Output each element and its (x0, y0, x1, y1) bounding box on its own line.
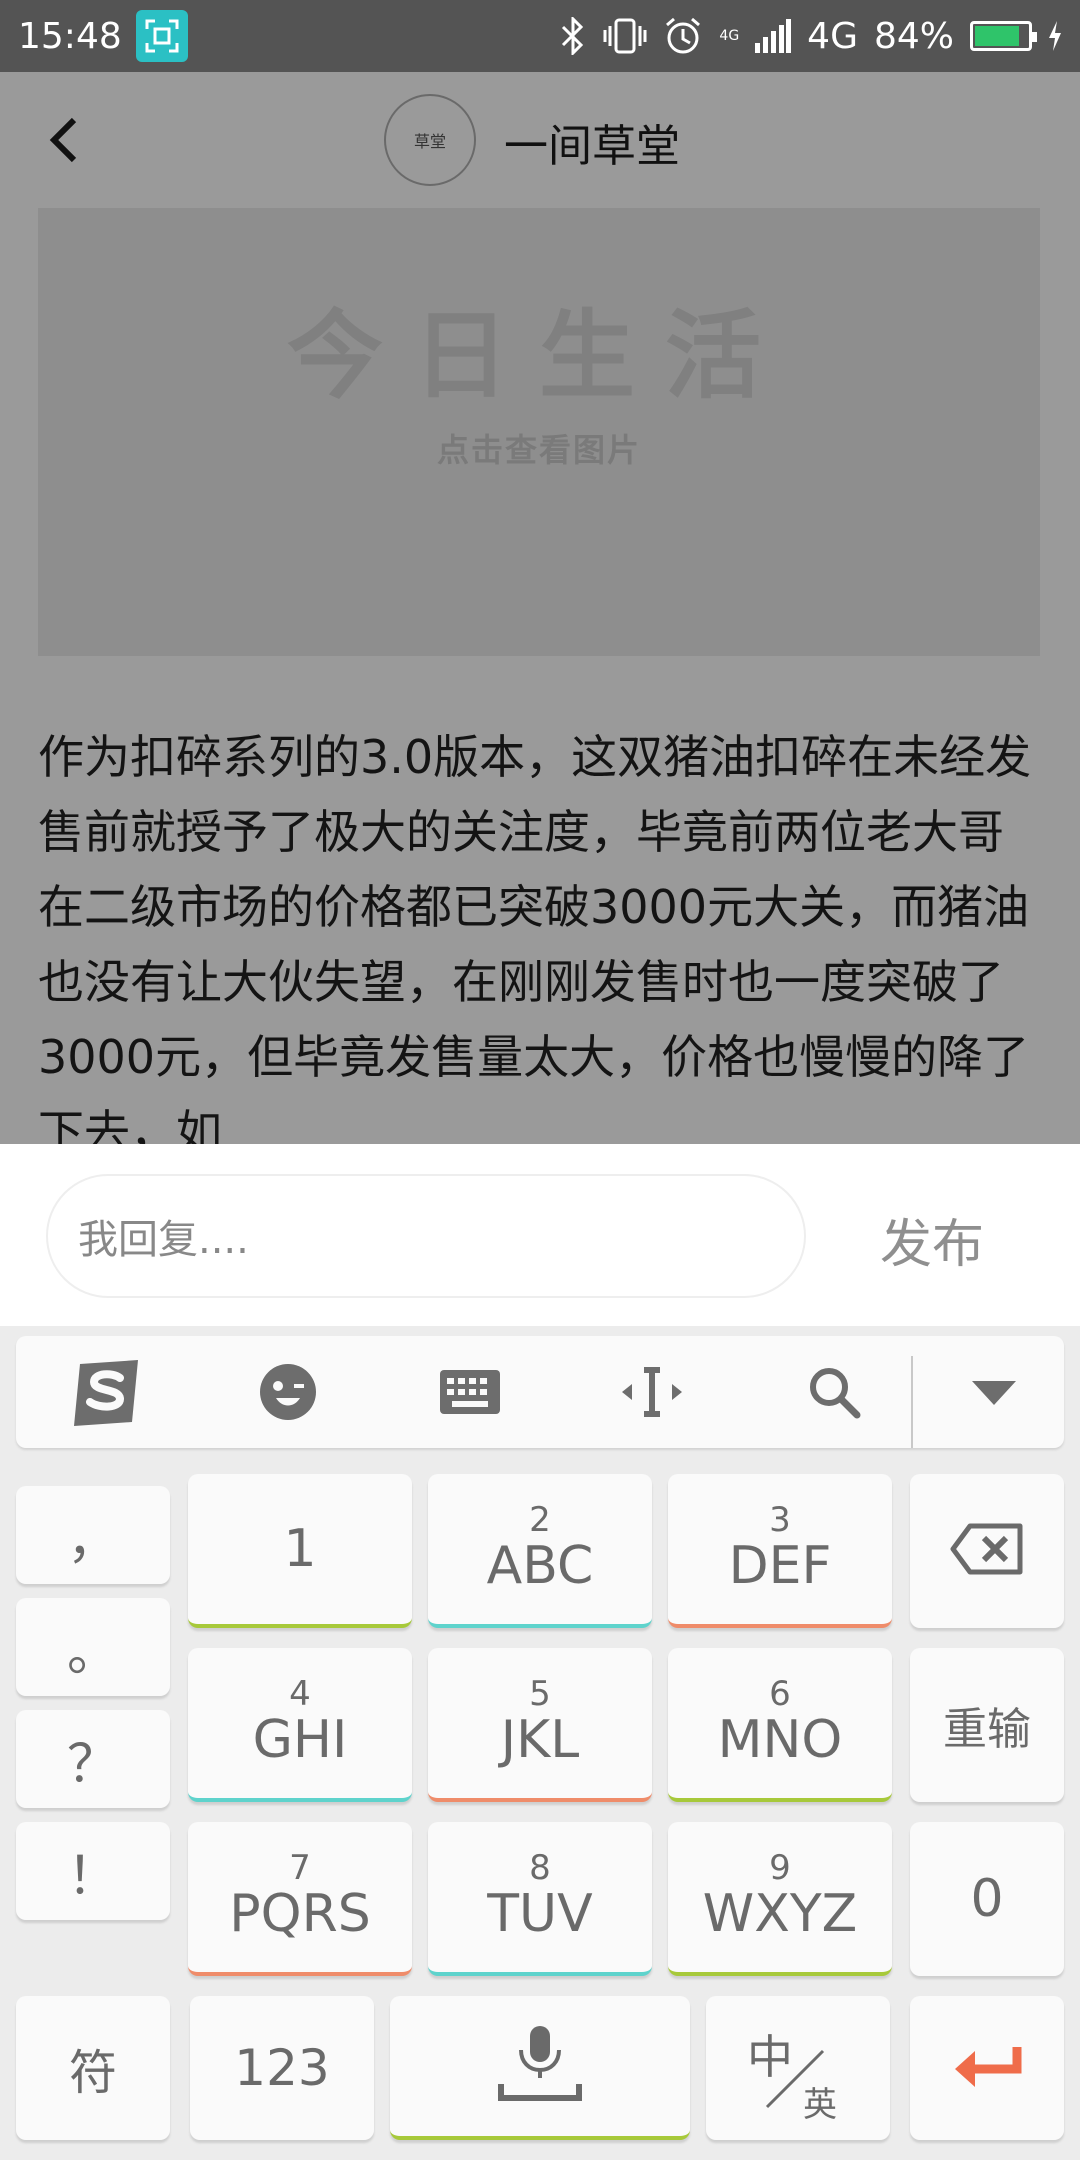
charging-icon (1048, 21, 1062, 51)
reenter-label: 重输 (943, 1704, 1031, 1755)
top-bar: 草堂 一间草堂 (0, 72, 1080, 208)
sogou-logo-icon[interactable] (36, 1336, 176, 1448)
zero-label: 0 (970, 1869, 1004, 1929)
symbol-label: 符 (68, 2045, 117, 2101)
signal-bars-icon (755, 19, 792, 53)
reply-placeholder: 我回复.... (78, 1217, 249, 1263)
key-number: 6 (769, 1674, 791, 1714)
key-5[interactable]: 5 JKL (428, 1648, 652, 1802)
key-letters: JKL (500, 1710, 580, 1770)
key-0[interactable]: 0 (910, 1822, 1064, 1976)
enter-icon (951, 2043, 1023, 2093)
language-switch-key[interactable]: 中 英 (706, 1996, 890, 2140)
key-4[interactable]: 4 GHI (188, 1648, 412, 1802)
avatar-text: 草堂 (413, 132, 446, 151)
alarm-icon (663, 16, 703, 56)
bluetooth-icon (559, 17, 587, 55)
vibrate-icon (603, 17, 647, 55)
status-bar: 15:48 4G 4G 84% (0, 0, 1080, 72)
key-number: 7 (289, 1848, 311, 1888)
keyboard-toolbar (16, 1336, 1064, 1448)
article-text: 作为扣碎系列的3.0版本，这双猪油扣碎在未经发售前就授予了极大的关注度，毕竟前两… (38, 730, 1032, 1144)
battery-percent: 84% (873, 15, 954, 57)
punct-key-exclaim[interactable]: ！ (16, 1822, 170, 1920)
screenshot-icon (135, 10, 188, 62)
reply-input[interactable]: 我回复.... (46, 1174, 806, 1298)
numbers-label: 123 (234, 2039, 330, 2097)
banner-main-text: 今日生活 (287, 299, 791, 412)
backspace-key[interactable] (910, 1474, 1064, 1628)
key-9[interactable]: 9 WXYZ (668, 1822, 892, 1976)
punct-label: ， (66, 1510, 119, 1571)
key-letters: DEF (728, 1536, 832, 1596)
signal-icon: 4G (719, 28, 739, 44)
language-switch-glyph: 中 英 (733, 2013, 863, 2125)
lang-sub-label: 英 (803, 2085, 837, 2125)
network-type: 4G (807, 15, 858, 57)
key-1[interactable]: 1 (188, 1474, 412, 1628)
symbol-key[interactable]: 符 (16, 1996, 170, 2140)
space-voice-key[interactable] (390, 1996, 690, 2140)
key-number: 4 (289, 1674, 311, 1714)
back-button[interactable] (40, 108, 100, 172)
microphone-icon (497, 2024, 583, 2108)
emoji-icon[interactable] (218, 1336, 358, 1448)
status-time: 15:48 (18, 15, 122, 57)
punct-label: ？ (66, 1734, 119, 1795)
banner-sub-text: 点击查看图片 (436, 431, 641, 469)
publish-button[interactable]: 发布 (880, 1202, 984, 1277)
key-letters: ABC (486, 1536, 594, 1596)
article-body: 作为扣碎系列的3.0版本，这双猪油扣碎在未经发售前就授予了极大的关注度，毕竟前两… (38, 720, 1048, 1144)
cursor-move-icon[interactable] (582, 1336, 722, 1448)
battery-icon (970, 21, 1037, 51)
key-letters: TUV (487, 1884, 593, 1944)
punct-key-comma[interactable]: ， (16, 1486, 170, 1584)
key-number: 2 (529, 1500, 551, 1540)
punct-label: ！ (66, 1846, 119, 1907)
key-7[interactable]: 7 PQRS (188, 1822, 412, 1976)
backspace-icon (950, 1523, 1024, 1579)
key-number: 3 (769, 1500, 791, 1540)
key-8[interactable]: 8 TUV (428, 1822, 652, 1976)
reply-bar: 我回复.... 发布 (0, 1144, 1080, 1326)
key-letters: WXYZ (702, 1884, 858, 1944)
avatar[interactable]: 草堂 (384, 94, 476, 186)
numbers-key[interactable]: 123 (190, 1996, 374, 2140)
punct-key-question[interactable]: ？ (16, 1710, 170, 1808)
toolbar-divider (911, 1356, 913, 1448)
enter-key[interactable] (910, 1996, 1064, 2140)
key-6[interactable]: 6 MNO (668, 1648, 892, 1802)
page-title: 一间草堂 (504, 121, 680, 172)
reenter-key[interactable]: 重输 (910, 1648, 1064, 1802)
key-letters: GHI (252, 1710, 348, 1770)
banner-image[interactable]: 今日生活 点击查看图片 (38, 208, 1040, 656)
key-number: 9 (769, 1848, 791, 1888)
key-number: 8 (529, 1848, 551, 1888)
key-letters: 1 (283, 1519, 317, 1579)
keyboard-icon[interactable] (400, 1336, 540, 1448)
collapse-keyboard-icon[interactable] (924, 1336, 1064, 1448)
search-icon[interactable] (764, 1336, 904, 1448)
punct-label: 。 (66, 1622, 119, 1683)
key-letters: PQRS (229, 1884, 371, 1944)
network-small-label: 4G (719, 28, 740, 44)
key-3[interactable]: 3 DEF (668, 1474, 892, 1628)
punct-key-period[interactable]: 。 (16, 1598, 170, 1696)
key-2[interactable]: 2 ABC (428, 1474, 652, 1628)
key-letters: MNO (717, 1710, 843, 1770)
key-number: 5 (529, 1674, 551, 1714)
ime-keyboard: ， 。 ？ ！ 1 2 ABC 3 DEF 4 GHI 5 JKL 6 MNO … (0, 1326, 1080, 2160)
article-page: 草堂 一间草堂 今日生活 点击查看图片 作为扣碎系列的3.0版本，这双猪油扣碎在… (0, 72, 1080, 1144)
